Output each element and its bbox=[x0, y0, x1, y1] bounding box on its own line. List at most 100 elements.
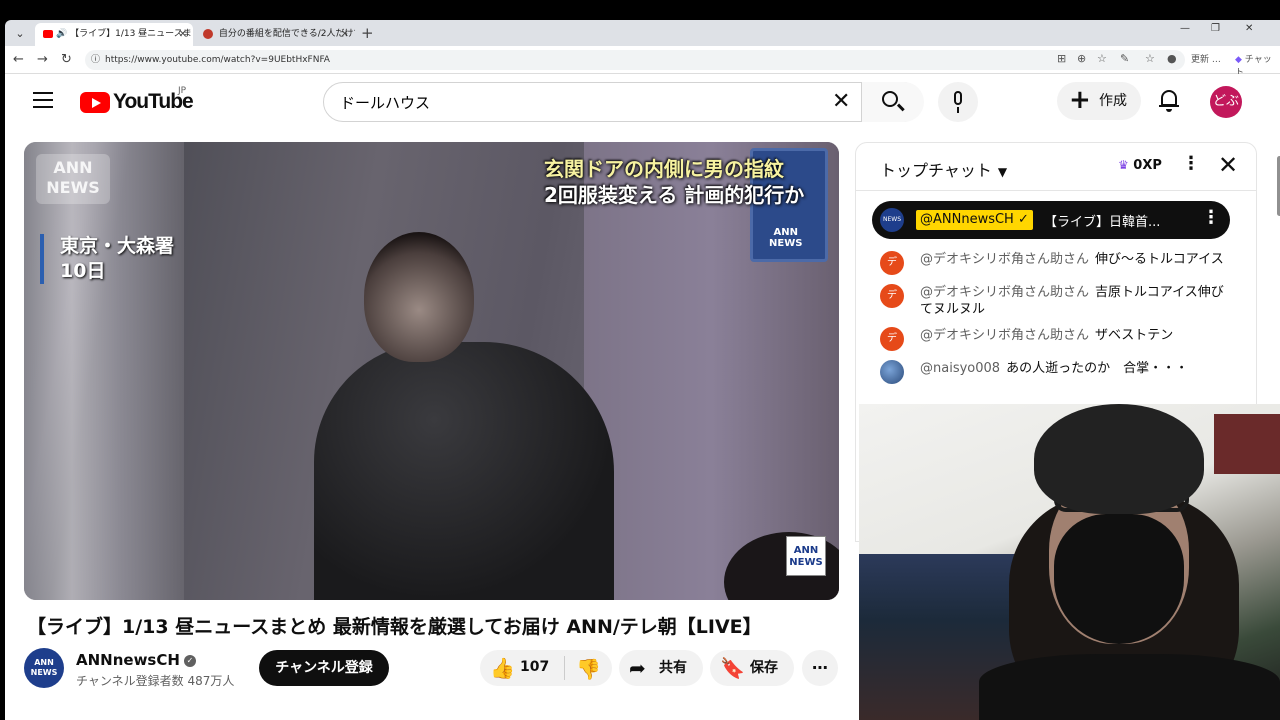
pinned-author-tag: @ANNnewsCH ✓ bbox=[916, 210, 1033, 230]
save-button[interactable]: 🔖 保存 bbox=[710, 650, 794, 686]
caption-line-2: 2回服装変える 計画的犯行か bbox=[544, 183, 805, 207]
webcam-person-mask bbox=[1054, 514, 1184, 644]
tab-close-icon[interactable]: ✕ bbox=[341, 23, 349, 46]
create-label: 作成 bbox=[1099, 93, 1127, 109]
chat-close-icon[interactable]: ✕ bbox=[1218, 151, 1238, 179]
share-button[interactable]: ➦ 共有 bbox=[619, 650, 703, 686]
subscribe-button[interactable]: チャンネル登録 bbox=[259, 650, 389, 686]
ann-news-corner-logo: ANN NEWS bbox=[786, 536, 826, 576]
chat-avatar bbox=[880, 360, 904, 384]
chat-text: ザベストテン bbox=[1095, 328, 1174, 343]
tab-list-chevron-icon[interactable]: ⌄ bbox=[11, 25, 29, 43]
location-line-1: 東京・大森署 bbox=[60, 235, 175, 257]
chat-avatar: デ bbox=[880, 284, 904, 308]
minimize-icon[interactable]: — bbox=[1180, 23, 1190, 34]
favorite-star-icon[interactable]: ☆ bbox=[1097, 52, 1107, 65]
youtube-play-icon bbox=[80, 92, 110, 113]
pinned-avatar: NEWS bbox=[880, 208, 904, 232]
speaker-icon: 🔊 bbox=[56, 29, 68, 39]
thumbs-up-icon[interactable]: 👍 bbox=[490, 656, 515, 680]
video-frame-door bbox=[24, 142, 184, 600]
channel-avatar[interactable]: ANN NEWS bbox=[24, 648, 64, 688]
like-count: 107 bbox=[520, 659, 550, 675]
channel-name[interactable]: ANNnewsCH ✓ bbox=[76, 651, 196, 669]
webcam-background-shelf bbox=[1214, 414, 1280, 474]
menu-hamburger-icon[interactable] bbox=[33, 92, 53, 108]
thumbs-down-icon[interactable]: 👎 bbox=[576, 657, 601, 681]
xp-value: 0XP bbox=[1133, 158, 1162, 173]
share-arrow-icon: ➦ bbox=[629, 656, 646, 680]
ann-logo-bottom: NEWS bbox=[46, 178, 100, 197]
video-title: 【ライブ】1/13 昼ニュースまとめ 最新情報を厳選してお届け ANN/テレ朝【… bbox=[27, 616, 762, 638]
channel-name-text: ANNnewsCH bbox=[76, 651, 180, 669]
clear-search-icon[interactable]: ✕ bbox=[832, 89, 850, 114]
back-arrow-icon[interactable]: ← bbox=[13, 52, 24, 67]
address-bar[interactable]: ⓘ https://www.youtube.com/watch?v=9UEbtH… bbox=[85, 50, 1185, 70]
chat-message: デ @デオキシリボ角さん助さん 吉原トルコアイス伸びてヌルヌル bbox=[856, 284, 1256, 318]
video-player[interactable]: ANN NEWS 東京・大森署 10日 ANN NEWS 玄関ドアの内側に男の指紋… bbox=[24, 142, 839, 600]
browser-tabstrip: ⌄ 🔊 【ライブ】1/13 昼ニュースまとめ 最新 ✕ 自分の番組を配信できる/… bbox=[5, 20, 1280, 46]
chat-header: トップチャット ▼ ♛ 0XP ⋮ ✕ bbox=[856, 143, 1256, 191]
notifications-bell-icon[interactable] bbox=[1159, 88, 1181, 114]
caption-line-1: 玄関ドアの内側に男の指紋 bbox=[544, 157, 784, 181]
chat-author[interactable]: @デオキシリボ角さん助さん bbox=[920, 328, 1089, 343]
new-tab-plus-icon[interactable]: + bbox=[361, 23, 374, 43]
like-dislike-group: 👍 107 👎 bbox=[480, 650, 612, 686]
maximize-icon[interactable]: ❐ bbox=[1211, 23, 1220, 34]
search-box: ✕ bbox=[323, 82, 924, 122]
extensions-icon[interactable]: ✎ bbox=[1120, 52, 1129, 65]
tab-title: 【ライブ】1/13 昼ニュースまとめ 最新 bbox=[70, 29, 193, 39]
share-label: 共有 bbox=[659, 660, 687, 676]
verified-check-icon: ✓ bbox=[183, 654, 196, 667]
chat-message: デ @デオキシリボ角さん助さん ザベストテン bbox=[856, 327, 1256, 351]
bookmark-icon: 🔖 bbox=[720, 656, 745, 680]
site-info-icon[interactable]: ⓘ bbox=[91, 50, 100, 70]
voice-search-button[interactable] bbox=[938, 82, 978, 122]
webcam-person-hat bbox=[1034, 404, 1204, 514]
copilot-icon: ◆ bbox=[1235, 55, 1242, 65]
chevron-down-icon: ▼ bbox=[997, 165, 1008, 179]
search-button[interactable] bbox=[861, 82, 924, 122]
window-close-icon[interactable]: ✕ bbox=[1245, 23, 1253, 34]
tab-close-icon[interactable]: ✕ bbox=[179, 23, 187, 46]
search-icon bbox=[882, 91, 898, 107]
chat-author[interactable]: @デオキシリボ角さん助さん bbox=[920, 285, 1089, 300]
video-frame-person bbox=[314, 232, 614, 600]
chat-author[interactable]: @naisyo008 bbox=[920, 361, 1000, 376]
profile-icon[interactable]: ● bbox=[1167, 52, 1177, 65]
update-button[interactable]: 更新 … bbox=[1191, 52, 1221, 65]
chat-text: 伸び〜るトルコアイス bbox=[1095, 252, 1224, 267]
chat-mode-selector[interactable]: トップチャット ▼ bbox=[880, 157, 1007, 181]
chat-more-icon[interactable]: ⋮ bbox=[1182, 153, 1200, 174]
plus-icon: + bbox=[1069, 85, 1091, 115]
chat-message: @naisyo008 あの人逝ったのか 合掌・・・ bbox=[856, 360, 1256, 384]
collections-icon[interactable]: ☆ bbox=[1145, 52, 1155, 65]
tab-title: 自分の番組を配信できる/2人だけで... bbox=[218, 29, 355, 39]
user-avatar[interactable]: どぶ bbox=[1210, 86, 1242, 118]
reload-icon[interactable]: ↻ bbox=[61, 52, 72, 67]
xp-badge[interactable]: ♛ 0XP bbox=[1118, 158, 1162, 173]
pinned-more-icon[interactable]: ⋮ bbox=[1202, 207, 1220, 228]
pinned-message[interactable]: NEWS @ANNnewsCH ✓ 【ライブ】日韓首... ⋮ bbox=[872, 201, 1230, 239]
pinned-text: 【ライブ】日韓首... bbox=[1044, 215, 1161, 230]
chat-author[interactable]: @デオキシリボ角さん助さん bbox=[920, 252, 1089, 267]
chat-message: デ @デオキシリボ角さん助さん 伸び〜るトルコアイス bbox=[856, 251, 1256, 275]
zoom-icon[interactable]: ⊕ bbox=[1077, 52, 1086, 65]
webcam-person-sweater bbox=[979, 654, 1280, 720]
ann-sign-logo: ANN NEWS bbox=[769, 227, 803, 249]
ann-logo-top: ANN bbox=[53, 158, 93, 177]
chat-text: あの人逝ったのか 合掌・・・ bbox=[1006, 361, 1189, 376]
create-button[interactable]: + 作成 bbox=[1057, 82, 1141, 120]
tab-youtube-live[interactable]: 🔊 【ライブ】1/13 昼ニュースまとめ 最新 ✕ bbox=[35, 23, 193, 46]
search-input[interactable] bbox=[340, 91, 820, 113]
chat-avatar: デ bbox=[880, 327, 904, 351]
more-actions-button[interactable]: ⋯ bbox=[802, 650, 838, 686]
webcam-overlay bbox=[859, 404, 1280, 720]
location-caption: 東京・大森署 10日 bbox=[40, 234, 174, 284]
url-text: https://www.youtube.com/watch?v=9UEbtHxF… bbox=[105, 55, 330, 65]
forward-arrow-icon[interactable]: → bbox=[37, 52, 48, 67]
youtube-header: YouTube JP ✕ + 作成 どぶ bbox=[5, 74, 1280, 130]
read-aloud-icon[interactable]: ⊞ bbox=[1057, 52, 1066, 65]
chat-avatar: デ bbox=[880, 251, 904, 275]
tab-streaming-site[interactable]: 自分の番組を配信できる/2人だけで... ✕ bbox=[195, 23, 355, 46]
